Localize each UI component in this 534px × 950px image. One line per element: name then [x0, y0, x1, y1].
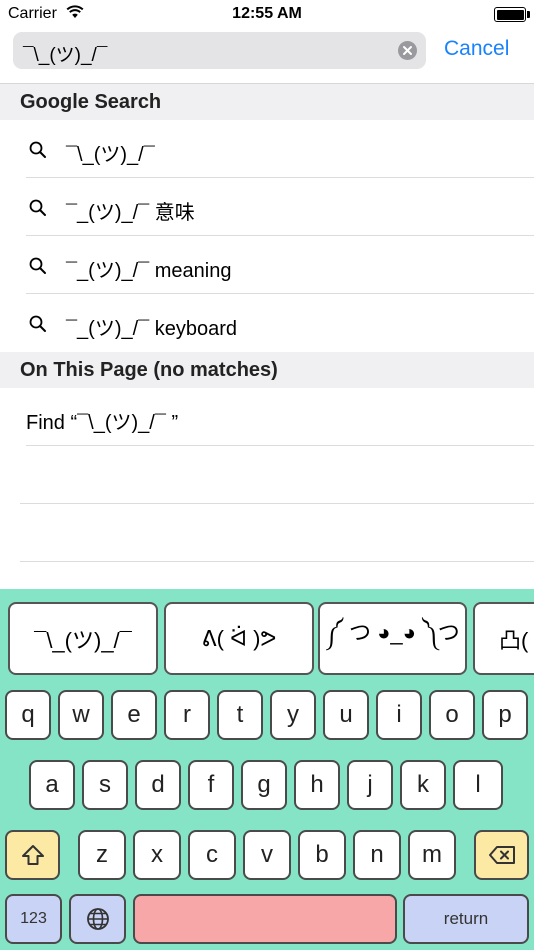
- magnifier-icon: [29, 315, 46, 332]
- key-g[interactable]: g: [241, 760, 287, 810]
- key-v[interactable]: v: [243, 830, 291, 880]
- battery-icon: [494, 7, 526, 22]
- numbers-key[interactable]: 123: [5, 894, 62, 944]
- key-i[interactable]: i: [376, 690, 422, 740]
- clear-icon[interactable]: [398, 41, 417, 60]
- clock: 12:55 AM: [232, 5, 302, 22]
- suggestion-row[interactable]: ¯_(ツ)_/¯ keyboard: [0, 294, 534, 352]
- magnifier-icon: [29, 199, 46, 216]
- find-text: Find “¯\_(ツ)_/¯ ”: [26, 412, 179, 434]
- key-f[interactable]: f: [188, 760, 234, 810]
- suggestion-text: ¯_(ツ)_/¯ keyboard: [66, 318, 238, 340]
- backspace-icon: [488, 846, 515, 864]
- emoticon-key[interactable]: 凸(: [473, 602, 534, 675]
- shift-key[interactable]: [5, 830, 60, 880]
- key-n[interactable]: n: [353, 830, 401, 880]
- key-p[interactable]: p: [482, 690, 528, 740]
- key-y[interactable]: y: [270, 690, 316, 740]
- key-u[interactable]: u: [323, 690, 369, 740]
- globe-icon: [86, 908, 109, 930]
- suggestion-text: ¯_(ツ)_/¯ meaning: [66, 260, 232, 282]
- key-l[interactable]: l: [453, 760, 503, 810]
- suggestion-row[interactable]: ¯\_(ツ)_/¯: [0, 120, 534, 178]
- key-q[interactable]: q: [5, 690, 51, 740]
- key-d[interactable]: d: [135, 760, 181, 810]
- suggestion-text: ¯_(ツ)_/¯ 意味: [66, 202, 195, 224]
- key-a[interactable]: a: [29, 760, 75, 810]
- section-title: Google Search: [20, 91, 162, 113]
- return-key[interactable]: return: [403, 894, 529, 944]
- search-bar: ¯\_(ツ)_/¯ Cancel: [0, 28, 534, 84]
- magnifier-icon: [29, 257, 46, 274]
- battery-tip: [527, 11, 530, 18]
- empty-row: [0, 504, 534, 562]
- empty-row: [0, 446, 534, 504]
- shift-icon: [21, 845, 44, 865]
- key-o[interactable]: o: [429, 690, 475, 740]
- search-input[interactable]: ¯\_(ツ)_/¯: [13, 32, 426, 69]
- emoticon-key[interactable]: ༼ つ ◕_◕ ༽つ: [318, 602, 467, 675]
- section-title: On This Page (no matches): [20, 359, 278, 381]
- backspace-key[interactable]: [474, 830, 529, 880]
- custom-keyboard: ¯\_(ツ)_/¯ ᕕ( ᐛ )ᕗ ༼ つ ◕_◕ ༽つ 凸( q w e r …: [0, 589, 534, 950]
- key-w[interactable]: w: [58, 690, 104, 740]
- search-query: ¯\_(ツ)_/¯: [23, 45, 108, 66]
- key-h[interactable]: h: [294, 760, 340, 810]
- suggestion-row[interactable]: ¯_(ツ)_/¯ 意味: [0, 178, 534, 236]
- key-z[interactable]: z: [78, 830, 126, 880]
- status-bar: Carrier 12:55 AM: [0, 0, 534, 28]
- key-r[interactable]: r: [164, 690, 210, 740]
- key-c[interactable]: c: [188, 830, 236, 880]
- key-t[interactable]: t: [217, 690, 263, 740]
- key-b[interactable]: b: [298, 830, 346, 880]
- emoticon-key[interactable]: ¯\_(ツ)_/¯: [8, 602, 158, 675]
- key-j[interactable]: j: [347, 760, 393, 810]
- magnifier-icon: [29, 141, 46, 158]
- suggestion-row[interactable]: ¯_(ツ)_/¯ meaning: [0, 236, 534, 294]
- key-x[interactable]: x: [133, 830, 181, 880]
- space-key[interactable]: [133, 894, 397, 944]
- cancel-button[interactable]: Cancel: [444, 37, 509, 61]
- key-e[interactable]: e: [111, 690, 157, 740]
- section-header-page: On This Page (no matches): [0, 352, 534, 388]
- key-s[interactable]: s: [82, 760, 128, 810]
- globe-key[interactable]: [69, 894, 126, 944]
- key-m[interactable]: m: [408, 830, 456, 880]
- find-on-page-row[interactable]: Find “¯\_(ツ)_/¯ ”: [0, 388, 534, 446]
- suggestion-text: ¯\_(ツ)_/¯: [66, 144, 155, 166]
- key-k[interactable]: k: [400, 760, 446, 810]
- emoticon-key[interactable]: ᕕ( ᐛ )ᕗ: [164, 602, 314, 675]
- section-header-google: Google Search: [0, 84, 534, 120]
